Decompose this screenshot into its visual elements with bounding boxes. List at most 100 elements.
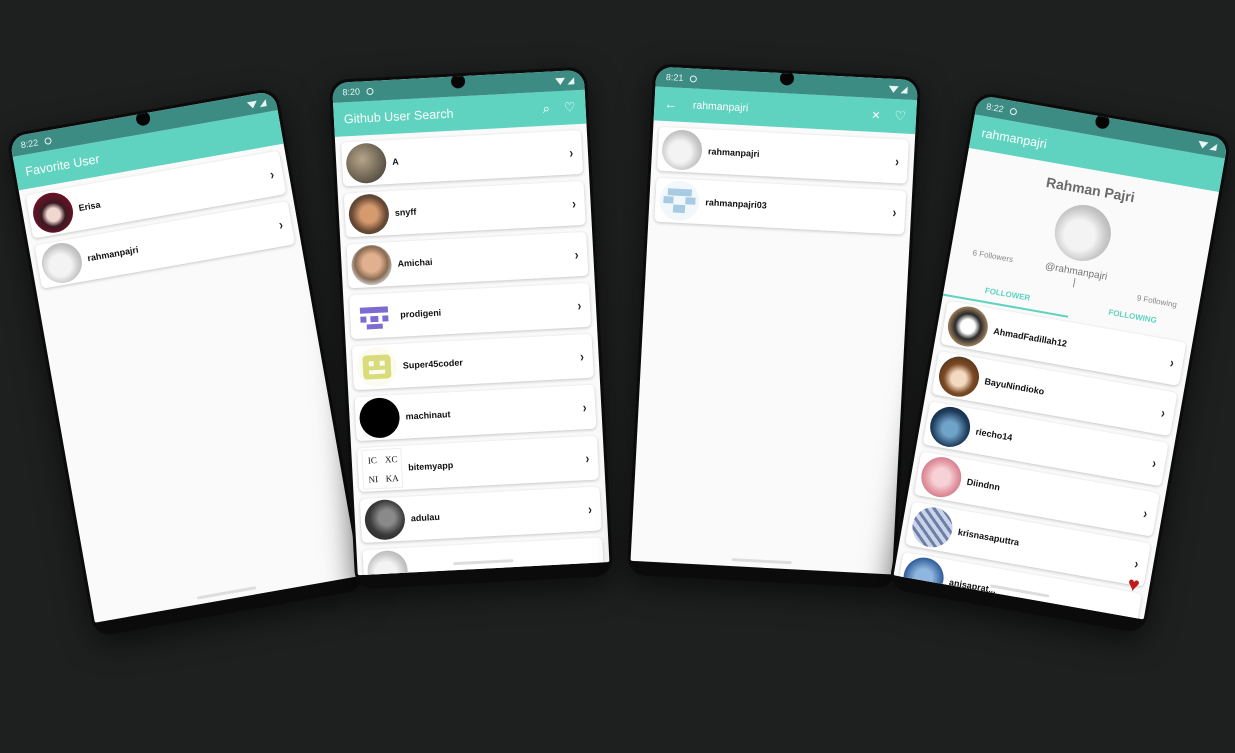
- search-input[interactable]: rahmanpajri: [693, 99, 749, 114]
- list-item[interactable]: IC XC NI KA bitemyapp ›: [357, 435, 600, 493]
- followers-count: 6 Followers: [971, 248, 1014, 265]
- avatar: [347, 193, 390, 236]
- phone-favorite-user: 8:22 Favorite User Erisa › rahmanpajri ›: [5, 86, 366, 638]
- chevron-right-icon: ›: [1151, 454, 1158, 472]
- logo-text: NI: [368, 473, 379, 485]
- chevron-right-icon: ›: [585, 449, 590, 467]
- wifi-icon: [555, 77, 566, 85]
- camera-cutout: [134, 110, 151, 127]
- chevron-right-icon: ›: [277, 216, 285, 233]
- chevron-right-icon: ›: [588, 500, 593, 518]
- chevron-right-icon: ›: [895, 153, 900, 170]
- username: bitemyapp: [407, 460, 454, 473]
- notification-icon: [365, 87, 374, 95]
- logo-text: KA: [385, 472, 399, 484]
- chevron-right-icon: ›: [582, 399, 588, 416]
- chevron-right-icon: ›: [574, 246, 580, 263]
- phone-user-detail: 8:22 rahmanpajri Rahman Pajri 6 Follower…: [888, 91, 1232, 634]
- status-time: 8:21: [665, 72, 684, 83]
- username: adulau: [410, 511, 441, 524]
- wifi-icon: [1197, 140, 1209, 149]
- list-item[interactable]: snyff ›: [343, 180, 586, 238]
- home-indicator[interactable]: [731, 558, 792, 565]
- list-item[interactable]: machinaut ›: [354, 384, 597, 442]
- avatar: [29, 189, 77, 236]
- user-list: A › snyff › Amichai › prodigeni › Super4…: [335, 124, 610, 576]
- page-title: rahmanpajri: [980, 126, 1048, 152]
- list-item[interactable]: rahmanpajri ›: [656, 126, 909, 184]
- avatar: [358, 396, 401, 439]
- username: Super45coder: [402, 357, 464, 371]
- results-screen: 8:21 ← rahmanpajri ✕ ♡ rahmanpajri › rah…: [630, 66, 919, 575]
- status-time: 8:20: [342, 86, 361, 98]
- avatar: [900, 554, 947, 601]
- favorite-screen: 8:22 Favorite User Erisa › rahmanpajri ›: [9, 90, 360, 623]
- signal-icon: [258, 98, 267, 107]
- avatar: [355, 345, 398, 388]
- signal-icon: [900, 85, 908, 94]
- chevron-right-icon: ›: [577, 297, 582, 314]
- username: Erisa: [77, 199, 102, 214]
- avatar: [366, 549, 409, 576]
- list-item[interactable]: A ›: [341, 129, 584, 187]
- camera-cutout: [779, 70, 795, 86]
- username: prodigeni: [399, 307, 442, 320]
- username: rahmanpajri03: [705, 197, 768, 211]
- list-item[interactable]: [362, 537, 605, 576]
- avatar: [935, 353, 983, 400]
- username: snyff: [394, 206, 417, 218]
- avatar: IC XC NI KA: [361, 447, 404, 490]
- chevron-right-icon: ›: [1169, 354, 1176, 371]
- username: riecho14: [974, 426, 1014, 443]
- close-icon[interactable]: ✕: [871, 108, 881, 121]
- camera-cutout: [1094, 113, 1111, 130]
- signal-icon: [1209, 142, 1218, 151]
- follower-list: AhmadFadillah12 › BayuNindioko › riecho1…: [894, 296, 1193, 620]
- avatar: [38, 239, 86, 287]
- list-item[interactable]: rahmanpajri03 ›: [654, 177, 907, 235]
- page-title: Favorite User: [24, 151, 101, 179]
- result-list: rahmanpajri › rahmanpajri03 ›: [648, 120, 915, 235]
- status-time: 8:22: [985, 101, 1005, 115]
- home-indicator[interactable]: [196, 586, 257, 600]
- list-item[interactable]: Amichai ›: [346, 231, 589, 289]
- list-item[interactable]: Super45coder ›: [351, 333, 594, 391]
- notification-icon: [43, 136, 52, 145]
- avatar: [345, 142, 388, 185]
- chevron-right-icon: ›: [569, 144, 574, 161]
- chevron-right-icon: ›: [1142, 504, 1150, 522]
- notification-icon: [1008, 106, 1018, 116]
- avatar: [918, 453, 965, 501]
- wifi-icon: [246, 100, 258, 109]
- phone-search-results: 8:21 ← rahmanpajri ✕ ♡ rahmanpajri › rah…: [626, 63, 922, 589]
- search-screen: 8:20 Github User Search ⌕ ♡ A › snyff ›: [331, 69, 610, 576]
- detail-screen: 8:22 rahmanpajri Rahman Pajri 6 Follower…: [893, 94, 1229, 620]
- camera-cutout: [450, 73, 466, 89]
- phone-user-search: 8:20 Github User Search ⌕ ♡ A › snyff ›: [328, 66, 614, 590]
- search-icon[interactable]: ⌕: [542, 101, 550, 117]
- notification-icon: [689, 74, 697, 83]
- avatar: [363, 498, 406, 541]
- avatar: [658, 179, 701, 222]
- username: machinaut: [405, 409, 451, 422]
- status-time: 8:22: [20, 137, 40, 151]
- username: anisaprat...: [948, 577, 997, 596]
- username: AhmadFadillah12: [992, 326, 1068, 349]
- avatar: [353, 295, 396, 338]
- username: rahmanpajri: [86, 244, 140, 264]
- avatar: [909, 504, 956, 551]
- heart-outline-icon[interactable]: ♡: [894, 108, 906, 125]
- list-item[interactable]: prodigeni ›: [349, 282, 592, 340]
- username: rahmanpajri: [707, 146, 760, 159]
- page-title: Github User Search: [343, 106, 454, 127]
- avatar: [661, 128, 704, 171]
- profile-avatar: [1050, 200, 1116, 266]
- username: krisnasaputtra: [957, 526, 1020, 548]
- wifi-icon: [888, 85, 899, 93]
- avatar: [944, 303, 992, 350]
- back-arrow-icon[interactable]: ←: [664, 97, 677, 112]
- heart-outline-icon[interactable]: ♡: [564, 99, 576, 116]
- list-item[interactable]: adulau ›: [359, 486, 602, 543]
- chevron-right-icon: ›: [572, 195, 577, 212]
- chevron-right-icon: ›: [1133, 555, 1141, 572]
